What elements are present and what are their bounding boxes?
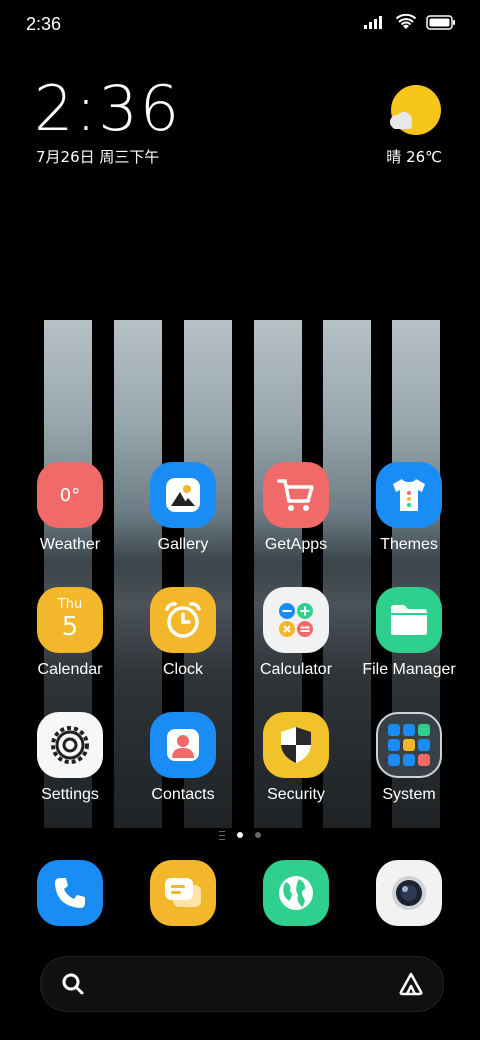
wifi-icon bbox=[396, 14, 416, 29]
app-label-getapps: GetApps bbox=[264, 536, 328, 553]
app-label-gallery: Gallery bbox=[157, 536, 209, 553]
gear-icon bbox=[37, 712, 103, 778]
app-label-clock: Clock bbox=[162, 661, 203, 678]
cart-icon bbox=[263, 462, 329, 528]
gallery-icon bbox=[150, 462, 216, 528]
app-label-security: Security bbox=[267, 786, 325, 803]
shield-glyph-icon bbox=[281, 727, 311, 763]
app-getapps[interactable]: GetApps bbox=[240, 462, 352, 554]
contact-glyph-icon bbox=[167, 729, 199, 761]
app-label-settings: Settings bbox=[41, 786, 99, 803]
folder-glyph-icon bbox=[391, 605, 427, 635]
cart-glyph-icon bbox=[277, 479, 314, 511]
app-label-calculator: Calculator bbox=[259, 661, 333, 678]
page-dot bbox=[255, 832, 261, 838]
camera-icon[interactable] bbox=[376, 860, 442, 926]
signal-icon bbox=[364, 16, 382, 29]
app-label-weather: Weather bbox=[39, 536, 101, 553]
app-settings[interactable]: Settings bbox=[14, 712, 126, 804]
weather-app-icon: 0° bbox=[37, 462, 103, 528]
app-label-contacts: Contacts bbox=[151, 786, 215, 803]
app-label-system: System bbox=[382, 786, 436, 803]
app-calculator[interactable]: Calculator bbox=[240, 587, 352, 679]
weather-widget[interactable] bbox=[384, 84, 444, 144]
folder-icon bbox=[376, 587, 442, 653]
widget-date: 7月26日 周三下午 bbox=[36, 148, 160, 166]
page-dot-active bbox=[237, 832, 243, 838]
app-security[interactable]: Security bbox=[240, 712, 352, 804]
app-weather[interactable]: 0° Weather bbox=[14, 462, 126, 554]
page-indicator[interactable] bbox=[0, 828, 480, 842]
app-label-file-manager: File Manager bbox=[362, 661, 456, 678]
camera-lens-icon bbox=[392, 876, 426, 910]
phone-icon[interactable] bbox=[37, 860, 103, 926]
search-bar[interactable] bbox=[40, 956, 444, 1012]
alarm-glyph-icon bbox=[165, 602, 201, 638]
app-label-themes: Themes bbox=[380, 536, 438, 553]
app-contacts[interactable]: Contacts bbox=[127, 712, 239, 804]
folder-system[interactable]: System bbox=[353, 712, 465, 804]
battery-icon bbox=[426, 14, 455, 30]
calendar-date: 5 bbox=[61, 612, 79, 642]
assistant-icon[interactable] bbox=[397, 971, 425, 997]
browser-icon[interactable] bbox=[263, 860, 329, 926]
alarm-clock-icon bbox=[150, 587, 216, 653]
app-gallery[interactable]: Gallery bbox=[127, 462, 239, 554]
shirt-icon bbox=[376, 462, 442, 528]
app-calendar[interactable]: Thu 5 Calendar bbox=[14, 587, 126, 679]
weather-icon-text: 0° bbox=[59, 484, 81, 506]
shirt-glyph-icon bbox=[393, 479, 425, 511]
gear-glyph-icon bbox=[51, 726, 89, 764]
app-file-manager[interactable]: File Manager bbox=[353, 587, 465, 679]
widget-clock[interactable]: 2:36 bbox=[34, 78, 181, 140]
search-icon[interactable] bbox=[61, 972, 85, 996]
calculator-icon bbox=[263, 587, 329, 653]
contact-icon bbox=[150, 712, 216, 778]
app-label-calendar: Calendar bbox=[37, 661, 103, 678]
phone-glyph-icon bbox=[55, 878, 85, 908]
shield-icon bbox=[263, 712, 329, 778]
app-clock[interactable]: Clock bbox=[127, 587, 239, 679]
status-time: 2:36 bbox=[26, 14, 62, 34]
calculator-glyph-icon bbox=[279, 603, 313, 637]
messages-icon[interactable] bbox=[150, 860, 216, 926]
calendar-icon: Thu 5 bbox=[37, 587, 103, 653]
calendar-day: Thu bbox=[57, 597, 83, 612]
folder-grid-icon bbox=[376, 712, 442, 778]
list-icon bbox=[219, 830, 225, 840]
status-bar: 2:36 bbox=[0, 0, 480, 50]
sun-cloud-icon bbox=[390, 85, 441, 135]
weather-text: 晴 26℃ bbox=[386, 148, 442, 166]
status-icons bbox=[364, 14, 456, 30]
messages-glyph-icon bbox=[165, 878, 201, 907]
globe-icon bbox=[279, 876, 313, 910]
app-themes[interactable]: Themes bbox=[353, 462, 465, 554]
folder-apps-icon bbox=[388, 724, 430, 766]
gallery-glyph-icon bbox=[166, 478, 200, 512]
